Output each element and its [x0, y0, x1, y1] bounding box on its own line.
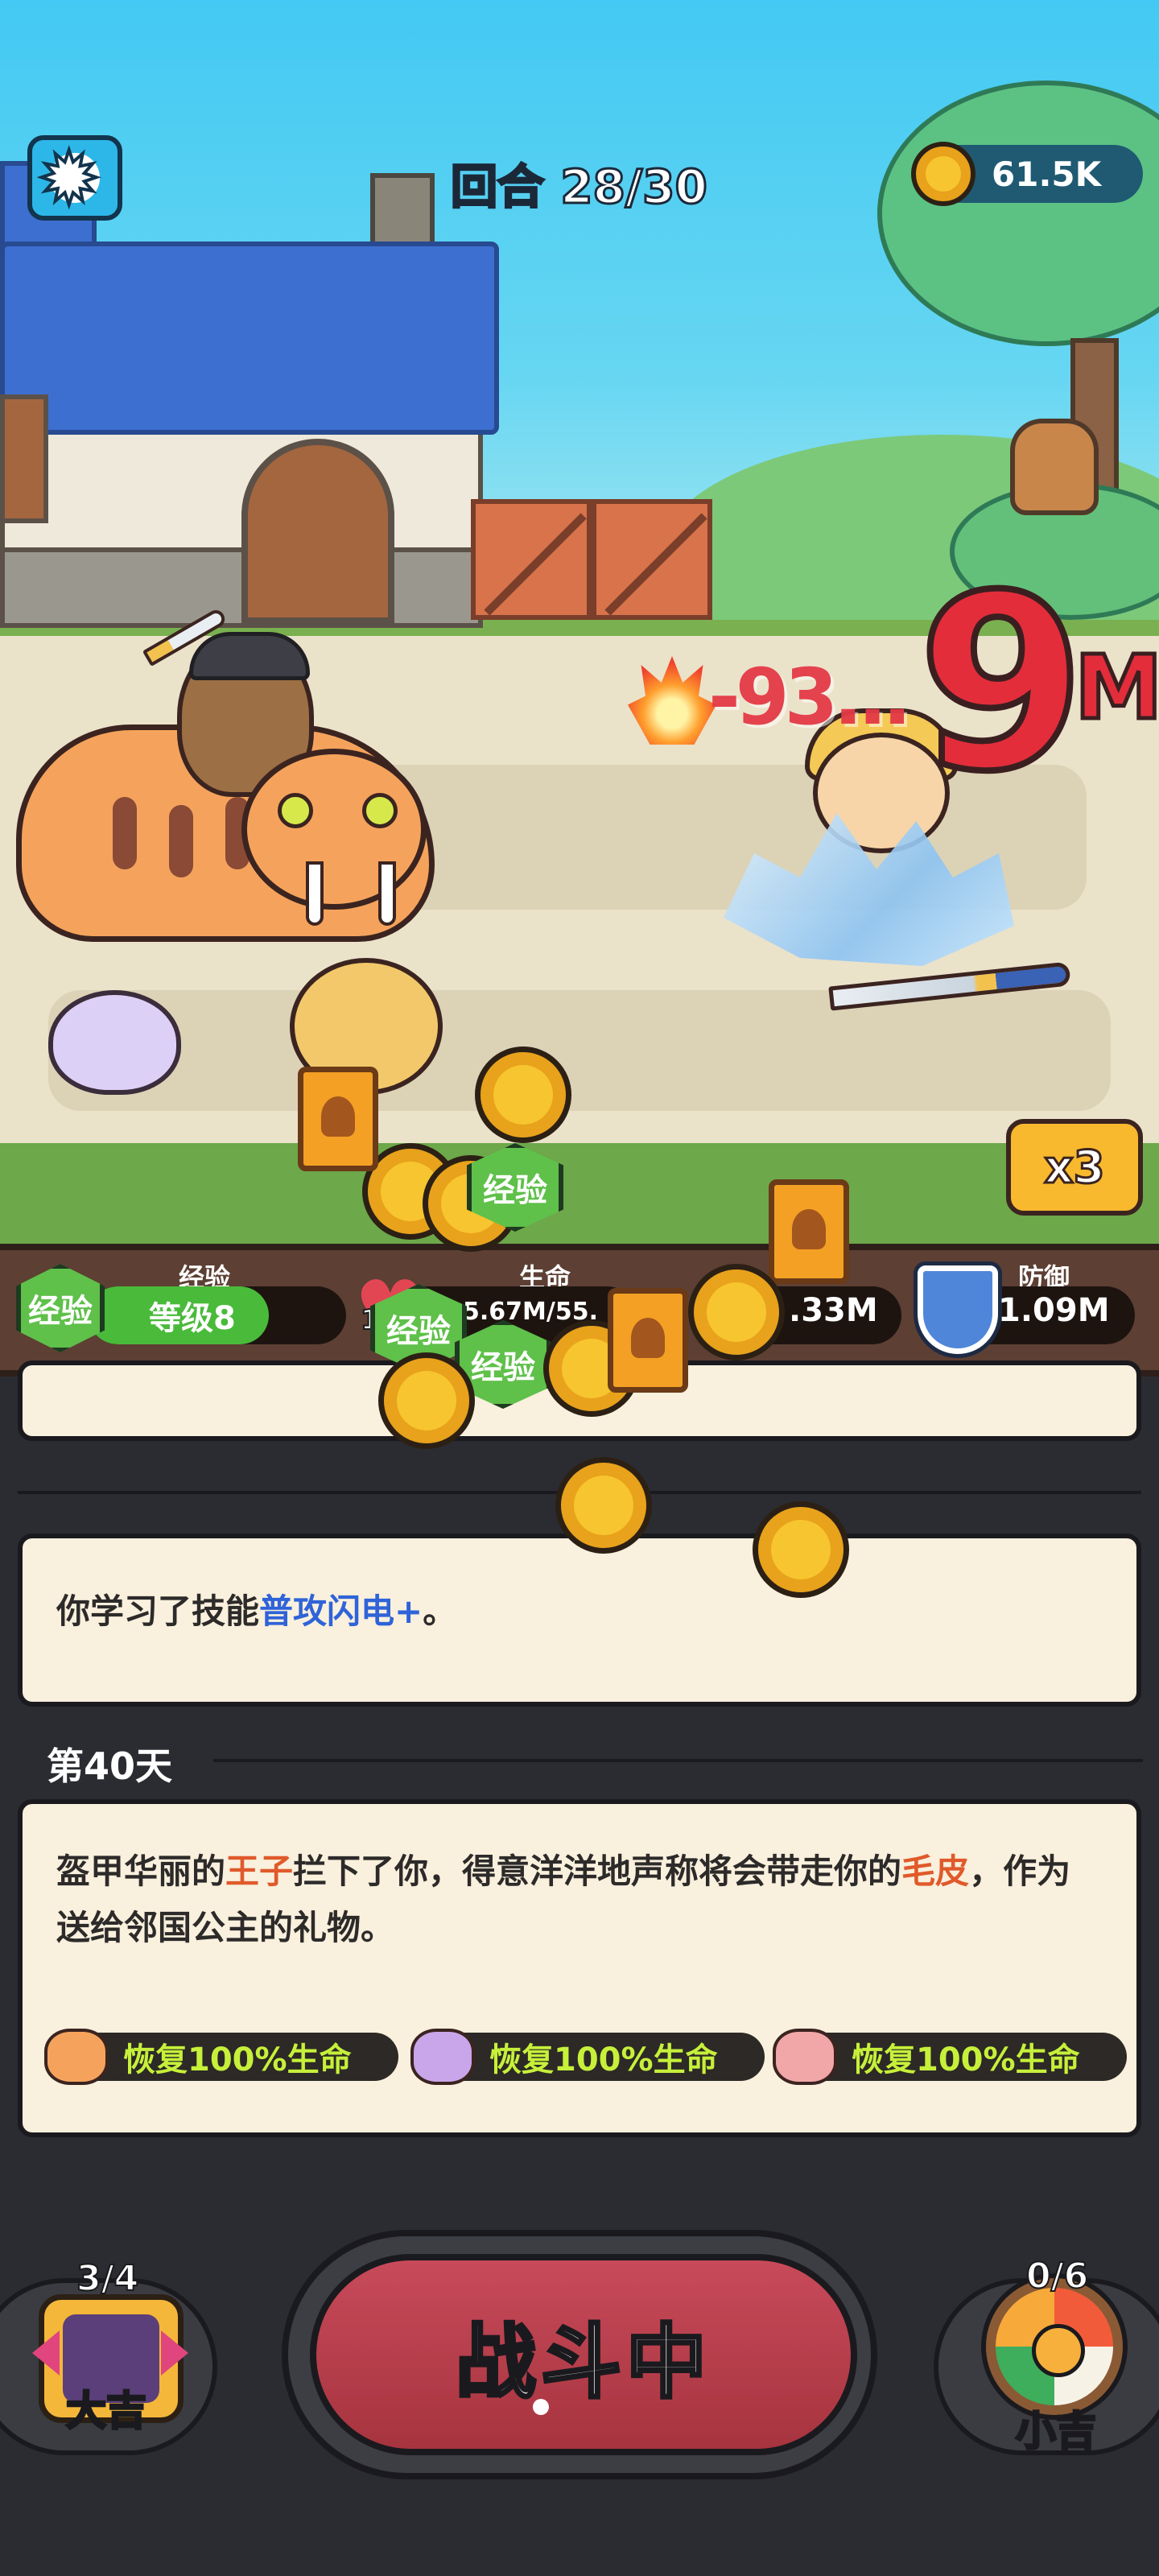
event-part1: 盔甲华丽的	[56, 1852, 226, 1891]
house-roof	[0, 242, 499, 435]
damage-number-big: 9	[914, 543, 1089, 824]
coin-icon	[475, 1046, 571, 1143]
skill-learned-text: 你学习了技能普攻闪电+。	[56, 1584, 456, 1633]
tome-icon	[298, 1067, 378, 1171]
wooden-crate	[592, 499, 712, 620]
tiger-fang	[306, 861, 324, 926]
lucky-left-count: 3/4	[76, 2257, 139, 2300]
house-door	[241, 439, 394, 624]
reward-label: 恢复100%生命	[852, 2041, 1080, 2079]
event-fur: 毛皮	[901, 1852, 970, 1891]
capybara-hat	[189, 632, 310, 680]
day-label: 第40天	[47, 1744, 173, 1788]
backpack-icon[interactable]	[1010, 419, 1099, 515]
event-part2: 拦下了你，得意洋洋地声称将会带走你的	[293, 1852, 902, 1891]
damage-number-small: -93...	[708, 652, 912, 742]
arrow-left-icon	[32, 2330, 60, 2376]
tiger-eye	[362, 793, 398, 828]
lucky-left-label: 大吉	[65, 2387, 148, 2436]
unicorn-icon	[410, 2029, 475, 2085]
day-divider	[213, 1759, 1143, 1762]
skill-name: 普攻闪电+	[259, 1591, 423, 1631]
reward-label: 恢复100%生命	[489, 2041, 718, 2079]
tome-icon	[608, 1288, 688, 1393]
lucky-right-count: 0/6	[1025, 2255, 1089, 2297]
tiger-fang	[378, 861, 396, 926]
damage-unit: M	[1072, 634, 1159, 741]
event-text: 盔甲华丽的王子拦下了你，得意洋洋地声称将会带走你的毛皮，作为送给邻国公主的礼物。	[56, 1843, 1103, 1956]
speed-button[interactable]: x3	[1006, 1119, 1143, 1216]
reward-pill: 恢复100%生命	[410, 2029, 765, 2085]
tiger-icon	[44, 2029, 109, 2085]
gear-icon	[39, 137, 100, 221]
fight-label: 战斗中	[454, 2314, 711, 2411]
tiger-eye	[278, 793, 313, 828]
skill-prefix: 你学习了技能	[56, 1591, 260, 1631]
loading-dot	[533, 2399, 549, 2415]
defense-value: 1.09M	[998, 1292, 1110, 1329]
tome-icon	[769, 1179, 849, 1284]
ground-path	[48, 990, 1111, 1111]
reward-label: 恢复100%生命	[123, 2041, 352, 2079]
coin-amount: 61.5K	[992, 154, 1102, 194]
shield-icon	[918, 1265, 998, 1354]
fight-button[interactable]: 战斗中	[310, 2254, 857, 2455]
tiger-stripe	[113, 797, 137, 869]
round-counter: 回合 28/30	[450, 159, 709, 216]
battle-scene: -93... 9 M 回合 28/30 61.5K x3	[0, 0, 1159, 1244]
coin-icon	[753, 1501, 849, 1598]
pig-icon	[773, 2029, 837, 2085]
tree-canopy	[877, 80, 1159, 346]
tiger-stripe	[169, 805, 193, 877]
skill-suffix: 。	[423, 1591, 457, 1631]
attack-value: .33M	[789, 1292, 878, 1329]
settings-button[interactable]	[27, 135, 122, 221]
tiger-head	[241, 749, 427, 910]
wooden-crate	[471, 499, 592, 620]
coin-counter: 61.5K	[911, 142, 1143, 206]
lucky-right-label: 小吉	[1015, 2407, 1098, 2456]
reward-pill: 恢复100%生命	[44, 2029, 398, 2085]
arrow-right-icon	[161, 2330, 188, 2376]
lucky-wheel-button[interactable]	[986, 2278, 1123, 2415]
coin-icon	[378, 1352, 475, 1449]
coin-icon	[688, 1264, 785, 1360]
unicorn-slime-pet	[48, 990, 181, 1095]
reward-pill: 恢复100%生命	[773, 2029, 1127, 2085]
exp-level: 等级8	[149, 1300, 236, 1337]
event-prince: 王子	[225, 1852, 294, 1891]
house-window	[0, 394, 48, 523]
coin-icon	[911, 142, 975, 206]
coin-icon	[555, 1457, 652, 1554]
grass-bottom	[0, 1143, 1159, 1244]
